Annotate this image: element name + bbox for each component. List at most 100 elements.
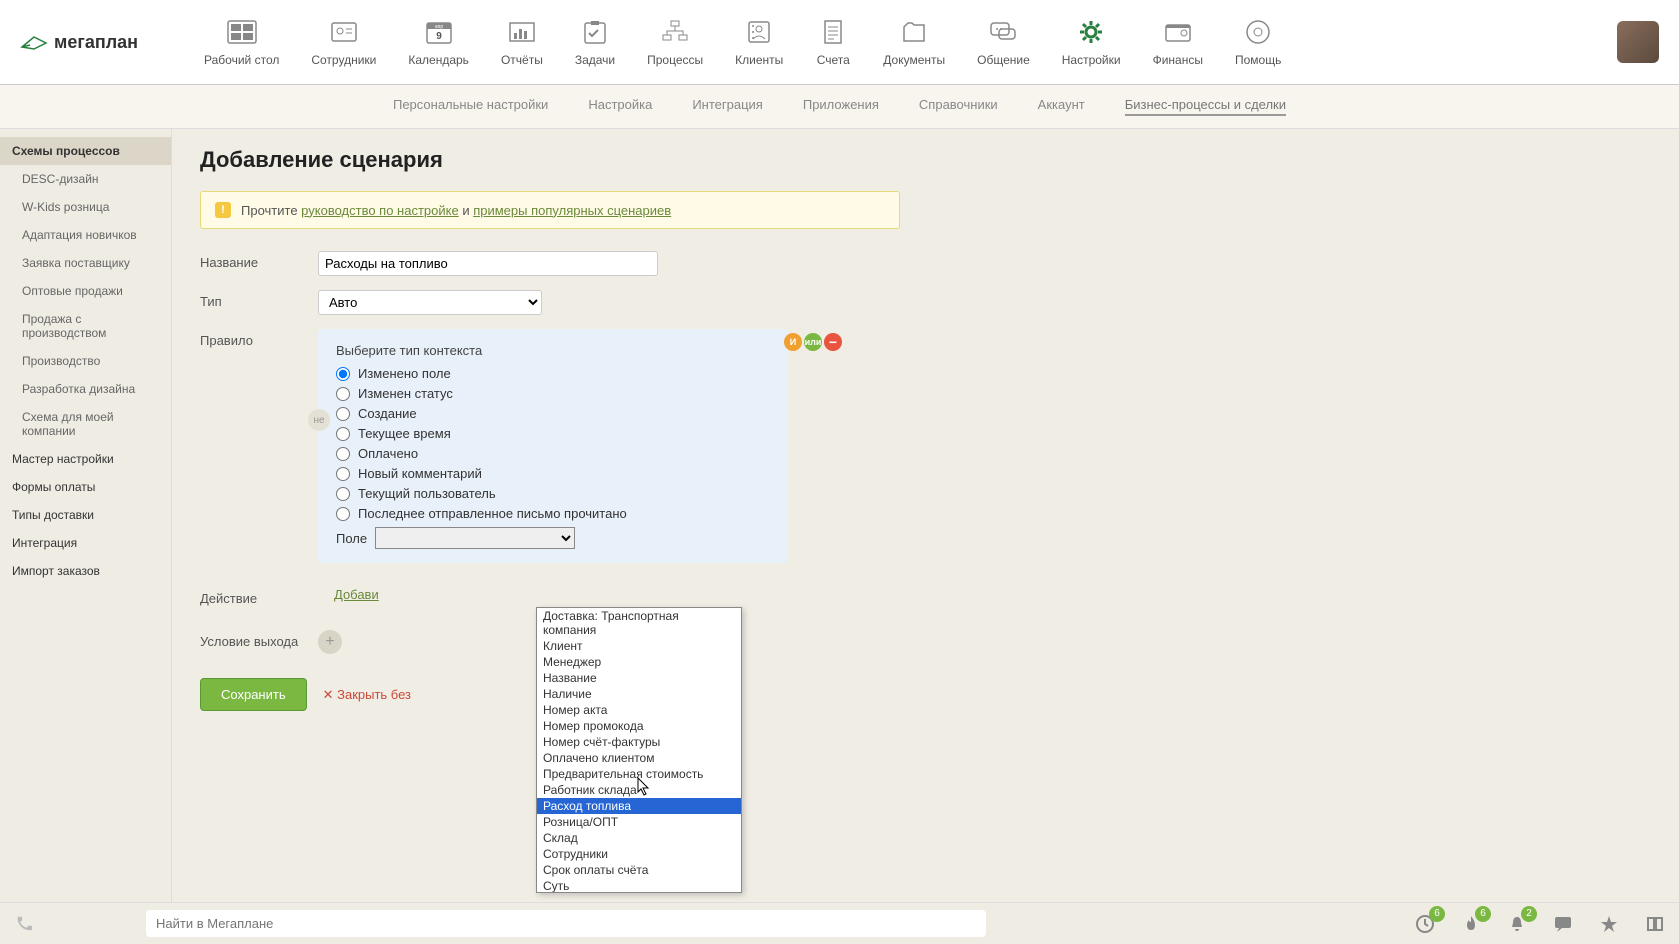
sidebar-integration[interactable]: Интеграция xyxy=(0,529,171,557)
sidebar-item-desc[interactable]: DESC-дизайн xyxy=(0,165,171,193)
input-name[interactable] xyxy=(318,251,658,276)
dropdown-option[interactable]: Название xyxy=(537,670,741,686)
nav-documents[interactable]: Документы xyxy=(867,13,961,71)
dropdown-option[interactable]: Предварительная стоимость xyxy=(537,766,741,782)
label-type: Тип xyxy=(200,290,318,309)
dropdown-option[interactable]: Номер счёт-фактуры xyxy=(537,734,741,750)
dropdown-option[interactable]: Склад xyxy=(537,830,741,846)
dropdown-option-highlighted[interactable]: Расход топлива xyxy=(537,798,741,814)
cancel-button[interactable]: Закрыть без xyxy=(323,687,411,703)
rule-box: не И или − Выберите тип контекста Измене… xyxy=(318,329,788,563)
badge-or[interactable]: или xyxy=(804,333,822,351)
sidebar-item-wholesale[interactable]: Оптовые продажи xyxy=(0,277,171,305)
dropdown-option[interactable]: Срок оплаты счёта xyxy=(537,862,741,878)
star-icon[interactable] xyxy=(1599,914,1619,934)
radio-new-comment[interactable] xyxy=(336,467,350,481)
exit-add-button[interactable]: + xyxy=(318,630,342,654)
nav-processes[interactable]: Процессы xyxy=(631,13,719,71)
nav-clients[interactable]: Клиенты xyxy=(719,13,799,71)
sidebar-item-design[interactable]: Разработка дизайна xyxy=(0,375,171,403)
alert-box: ! Прочтите руководство по настройке и пр… xyxy=(200,191,900,229)
sidebar-item-wkids[interactable]: W-Kids розница xyxy=(0,193,171,221)
nav-settings[interactable]: Настройки xyxy=(1046,13,1137,71)
fire-icon[interactable]: 6 xyxy=(1461,914,1481,934)
nav-chat[interactable]: Общение xyxy=(961,13,1046,71)
radio-current-time[interactable] xyxy=(336,427,350,441)
book-icon[interactable] xyxy=(1645,914,1665,934)
search-input[interactable] xyxy=(146,910,986,937)
sidebar-item-mycompany[interactable]: Схема для моей компании xyxy=(0,403,171,445)
content: Добавление сценария ! Прочтите руководст… xyxy=(172,129,1679,902)
dropdown-option[interactable]: Наличие xyxy=(537,686,741,702)
dropdown-option[interactable]: Менеджер xyxy=(537,654,741,670)
dropdown-option[interactable]: Работник склада xyxy=(537,782,741,798)
radio-last-email-read[interactable] xyxy=(336,507,350,521)
label-action: Действие xyxy=(200,587,318,606)
dropdown-option[interactable]: Розница/ОПТ xyxy=(537,814,741,830)
dropdown-option[interactable]: Оплачено клиентом xyxy=(537,750,741,766)
sub-header: Персональные настройки Настройка Интегра… xyxy=(0,85,1679,129)
sidebar-import[interactable]: Импорт заказов xyxy=(0,557,171,585)
nav-reports[interactable]: Отчёты xyxy=(485,13,559,71)
chat-icon[interactable] xyxy=(1553,914,1573,934)
sidebar-item-production[interactable]: Производство xyxy=(0,347,171,375)
badge-remove[interactable]: − xyxy=(824,333,842,351)
alert-link-examples[interactable]: примеры популярных сценариев xyxy=(473,203,671,218)
action-add-link[interactable]: Добави xyxy=(334,587,379,602)
subnav-bp[interactable]: Бизнес-процессы и сделки xyxy=(1125,97,1286,116)
avatar[interactable] xyxy=(1617,21,1659,63)
nav-invoices[interactable]: Счета xyxy=(799,13,867,71)
subnav-personal[interactable]: Персональные настройки xyxy=(393,97,548,116)
badge-and[interactable]: И xyxy=(784,333,802,351)
dropdown-option[interactable]: Сотрудники xyxy=(537,846,741,862)
label-field: Поле xyxy=(336,531,367,546)
select-field[interactable] xyxy=(375,527,575,549)
subnav-account[interactable]: Аккаунт xyxy=(1038,97,1085,116)
label-rule: Правило xyxy=(200,329,318,348)
dropdown-option[interactable]: Доставка: Транспортная компания xyxy=(537,608,741,638)
label-name: Название xyxy=(200,251,318,270)
rule-not-badge[interactable]: не xyxy=(308,409,330,431)
logo-text: мегаплан xyxy=(54,32,138,53)
nav-tasks[interactable]: Задачи xyxy=(559,13,631,71)
radio-status-changed[interactable] xyxy=(336,387,350,401)
dropdown-option[interactable]: Номер промокода xyxy=(537,718,741,734)
subnav-setup[interactable]: Настройка xyxy=(588,97,652,116)
clock-icon[interactable]: 6 xyxy=(1415,914,1435,934)
dropdown-option[interactable]: Клиент xyxy=(537,638,741,654)
dropdown-option[interactable]: Суть xyxy=(537,878,741,893)
sidebar-delivery[interactable]: Типы доставки xyxy=(0,501,171,529)
sidebar: Схемы процессов DESC-дизайн W-Kids розни… xyxy=(0,129,172,902)
subnav-references[interactable]: Справочники xyxy=(919,97,998,116)
logo[interactable]: мегаплан xyxy=(20,32,138,53)
svg-text:апр: апр xyxy=(435,24,443,30)
svg-text:9: 9 xyxy=(436,31,442,42)
sidebar-item-saleprod[interactable]: Продажа с производством xyxy=(0,305,171,347)
field-dropdown[interactable]: Доставка: Транспортная компания Клиент М… xyxy=(536,607,742,893)
sidebar-master[interactable]: Мастер настройки xyxy=(0,445,171,473)
nav-help[interactable]: Помощь xyxy=(1219,13,1297,71)
sidebar-item-adapt[interactable]: Адаптация новичков xyxy=(0,221,171,249)
sidebar-header-schemes[interactable]: Схемы процессов xyxy=(0,137,171,165)
label-exit: Условие выхода xyxy=(200,630,318,649)
top-header: мегаплан Рабочий стол Сотрудники апр9Кал… xyxy=(0,0,1679,85)
save-button[interactable]: Сохранить xyxy=(200,678,307,711)
dropdown-option[interactable]: Номер акта xyxy=(537,702,741,718)
radio-creation[interactable] xyxy=(336,407,350,421)
alert-link-guide[interactable]: руководство по настройке xyxy=(301,203,459,218)
phone-icon[interactable] xyxy=(14,915,32,933)
radio-paid[interactable] xyxy=(336,447,350,461)
subnav-integration[interactable]: Интеграция xyxy=(692,97,763,116)
nav-calendar[interactable]: апр9Календарь xyxy=(392,13,485,71)
nav-items: Рабочий стол Сотрудники апр9Календарь От… xyxy=(188,13,1617,71)
sidebar-payment[interactable]: Формы оплаты xyxy=(0,473,171,501)
radio-field-changed[interactable] xyxy=(336,367,350,381)
radio-current-user[interactable] xyxy=(336,487,350,501)
nav-employees[interactable]: Сотрудники xyxy=(295,13,392,71)
sidebar-item-supplier[interactable]: Заявка поставщику xyxy=(0,249,171,277)
subnav-apps[interactable]: Приложения xyxy=(803,97,879,116)
nav-finance[interactable]: Финансы xyxy=(1137,13,1219,71)
nav-desktop[interactable]: Рабочий стол xyxy=(188,13,295,71)
bell-icon[interactable]: 2 xyxy=(1507,914,1527,934)
select-type[interactable]: Авто xyxy=(318,290,542,315)
